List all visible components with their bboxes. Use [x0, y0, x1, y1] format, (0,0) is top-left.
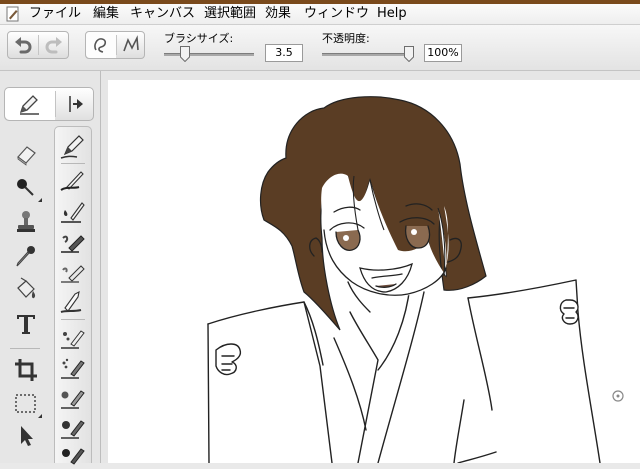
- freehand-stroke-button[interactable]: [86, 32, 116, 58]
- texture-brush[interactable]: [55, 441, 91, 469]
- stamp-icon: [17, 211, 35, 232]
- move-tool[interactable]: [6, 418, 46, 448]
- tool-tab-group: [4, 87, 94, 121]
- menu-selection[interactable]: 選択範囲: [204, 7, 256, 21]
- move-icon: [21, 426, 33, 446]
- flat-brush-icon: [61, 330, 85, 349]
- fill-bucket-tool[interactable]: [6, 274, 46, 306]
- brush-size-field[interactable]: 3.5: [265, 44, 303, 62]
- undo-icon: [15, 37, 32, 54]
- ink-brush[interactable]: [55, 197, 91, 225]
- right-sleeve: [467, 279, 601, 463]
- watercolor-brush-icon: [61, 420, 85, 439]
- ink-brush-icon: [61, 202, 85, 223]
- pen-tab-icon: [19, 95, 39, 115]
- flat-brush[interactable]: [55, 323, 91, 351]
- history-group: [7, 31, 69, 59]
- expand-panel-icon: [69, 96, 83, 112]
- smudge-brush[interactable]: [55, 287, 91, 315]
- pen-brush-icon: [60, 135, 84, 159]
- stroke-mode-group: [85, 31, 145, 59]
- submenu-indicator: [38, 198, 42, 202]
- separator: [10, 348, 40, 349]
- rectangle-select-tool[interactable]: [6, 388, 46, 420]
- right-hand: [559, 299, 579, 325]
- menu-window[interactable]: ウィンドウ: [304, 7, 369, 21]
- menu-effects[interactable]: 効果: [265, 7, 291, 21]
- brush-size-label: ブラシサイズ:: [164, 32, 234, 45]
- pen-brush[interactable]: [55, 133, 91, 161]
- options-toolbar: ブラシサイズ: 3.5 不透明度: 100%: [0, 25, 640, 71]
- canvas-area: [101, 71, 640, 463]
- pencil-brush[interactable]: [55, 257, 91, 285]
- redo-icon: [45, 37, 62, 54]
- opacity-slider[interactable]: [322, 53, 414, 56]
- freehand-stroke-icon: [94, 38, 107, 53]
- opacity-slider-thumb[interactable]: [404, 46, 414, 62]
- character-drawing: [207, 96, 624, 463]
- menubar: ファイル 編集 キャンバス 選択範囲 効果 ウィンドウ Help: [0, 4, 640, 25]
- opacity-label: 不透明度:: [322, 32, 370, 45]
- app-icon: [6, 6, 19, 22]
- color-picker-tool[interactable]: [6, 172, 46, 204]
- crop-icon: [15, 359, 37, 381]
- spray-brush[interactable]: [55, 353, 91, 381]
- marker-brush[interactable]: [55, 227, 91, 255]
- undo-button[interactable]: [8, 32, 38, 58]
- pen-tab[interactable]: [5, 88, 55, 120]
- smudge-brush-icon: [60, 291, 82, 313]
- dropper-icon: [16, 246, 35, 267]
- stamp-tool[interactable]: [6, 206, 46, 238]
- rotation-handle-icon[interactable]: [612, 390, 624, 402]
- watercolor-brush[interactable]: [55, 413, 91, 441]
- brush-size-slider[interactable]: [164, 53, 254, 56]
- separator: [61, 319, 85, 320]
- dropper-tool[interactable]: [6, 240, 46, 272]
- expand-panel-tab[interactable]: [57, 88, 93, 120]
- rectangle-select-icon: [15, 394, 36, 413]
- polyline-stroke-icon: [123, 35, 139, 52]
- text-icon: [17, 315, 35, 334]
- menu-canvas[interactable]: キャンバス: [130, 7, 195, 21]
- spray-brush-icon: [61, 358, 85, 379]
- pencil-brush-icon: [61, 265, 85, 283]
- polyline-stroke-button[interactable]: [116, 32, 146, 58]
- airbrush-icon: [61, 390, 85, 409]
- drawing-canvas[interactable]: [108, 80, 640, 463]
- redo-button[interactable]: [39, 32, 69, 58]
- fine-pen-brush-icon: [60, 171, 84, 191]
- crop-tool[interactable]: [6, 354, 46, 386]
- separator: [61, 163, 85, 164]
- color-picker-icon: [17, 179, 34, 196]
- brush-column: [54, 126, 92, 465]
- eraser-tool[interactable]: [6, 138, 46, 170]
- marker-brush-icon: [61, 235, 85, 253]
- menu-file[interactable]: ファイル: [29, 7, 81, 21]
- menu-help[interactable]: Help: [377, 7, 407, 21]
- fine-pen-brush[interactable]: [55, 167, 91, 195]
- fill-bucket-icon: [17, 277, 36, 299]
- opacity-field[interactable]: 100%: [424, 44, 462, 62]
- tool-panel: [0, 71, 101, 465]
- menu-edit[interactable]: 編集: [93, 7, 119, 21]
- separator: [55, 91, 56, 117]
- brush-size-slider-thumb[interactable]: [180, 46, 190, 62]
- airbrush[interactable]: [55, 383, 91, 411]
- eraser-icon: [17, 146, 36, 166]
- text-tool[interactable]: [6, 308, 46, 340]
